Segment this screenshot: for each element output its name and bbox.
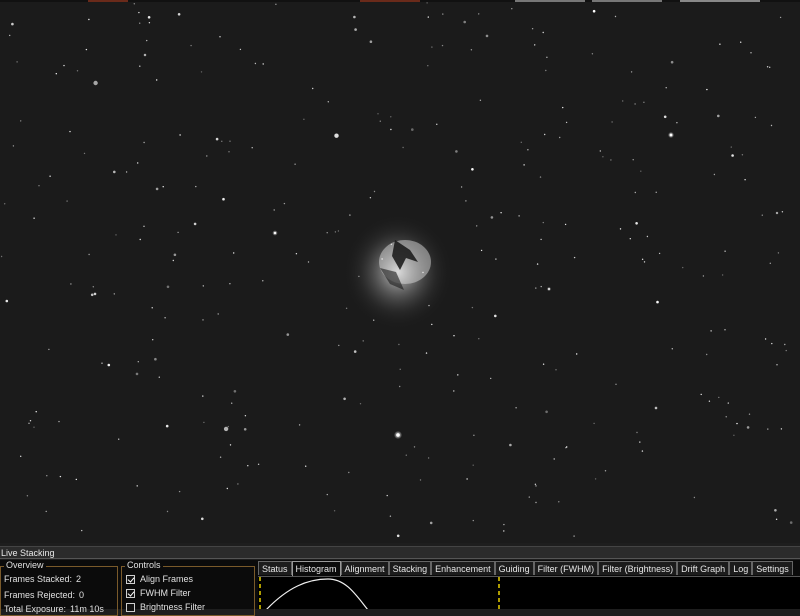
live-stacking-title: Live Stacking (0, 546, 800, 559)
stacked-image-view[interactable] (0, 0, 800, 543)
fwhm-filter-checkbox[interactable]: FWHM Filter (126, 588, 191, 598)
brightness-filter-label: Brightness Filter (140, 602, 206, 612)
top-strip (0, 0, 800, 2)
tab-alignment[interactable]: Alignment (340, 561, 389, 575)
tab-stacking[interactable]: Stacking (388, 561, 432, 575)
frames-stacked-label: Frames Stacked: (4, 574, 73, 584)
tab-log[interactable]: Log (729, 561, 753, 575)
checkbox-checked-icon[interactable] (126, 588, 135, 598)
total-exposure-row: Total Exposure: 11m 10s (4, 604, 104, 614)
star-field (0, 0, 800, 543)
nebula (343, 214, 453, 330)
checkbox-unchecked-icon[interactable] (126, 602, 135, 612)
checkbox-checked-icon[interactable] (126, 574, 135, 584)
brightness-filter-checkbox[interactable]: Brightness Filter (126, 602, 205, 612)
tab-status[interactable]: Status (258, 561, 292, 575)
total-exposure-value: 11m 10s (70, 604, 104, 614)
frames-stacked-value: 2 (76, 574, 82, 584)
fwhm-filter-label: FWHM Filter (140, 588, 191, 598)
histogram-curve (266, 578, 368, 609)
histogram-plot[interactable] (258, 576, 800, 609)
frames-rejected-label: Frames Rejected: (4, 590, 76, 600)
tab-filter-brightness[interactable]: Filter (Brightness) (598, 561, 678, 575)
tab-guiding[interactable]: Guiding (494, 561, 534, 575)
controls-legend: Controls (125, 560, 163, 571)
align-frames-label: Align Frames (140, 574, 194, 584)
tab-settings[interactable]: Settings (752, 561, 793, 575)
tab-bar: Status Histogram Alignment Stacking Enha… (258, 561, 793, 576)
tab-drift-graph[interactable]: Drift Graph (677, 561, 730, 575)
frames-rejected-row: Frames Rejected: 0 (4, 590, 84, 600)
overview-legend: Overview (4, 560, 46, 571)
histogram-graph (259, 577, 500, 609)
tab-filter-fwhm[interactable]: Filter (FWHM) (533, 561, 599, 575)
frames-rejected-value: 0 (79, 590, 85, 600)
total-exposure-label: Total Exposure: (4, 604, 67, 614)
frames-stacked-row: Frames Stacked: 2 (4, 574, 81, 584)
tab-enhancement[interactable]: Enhancement (431, 561, 495, 575)
align-frames-checkbox[interactable]: Align Frames (126, 574, 193, 584)
tab-histogram[interactable]: Histogram (291, 561, 341, 576)
